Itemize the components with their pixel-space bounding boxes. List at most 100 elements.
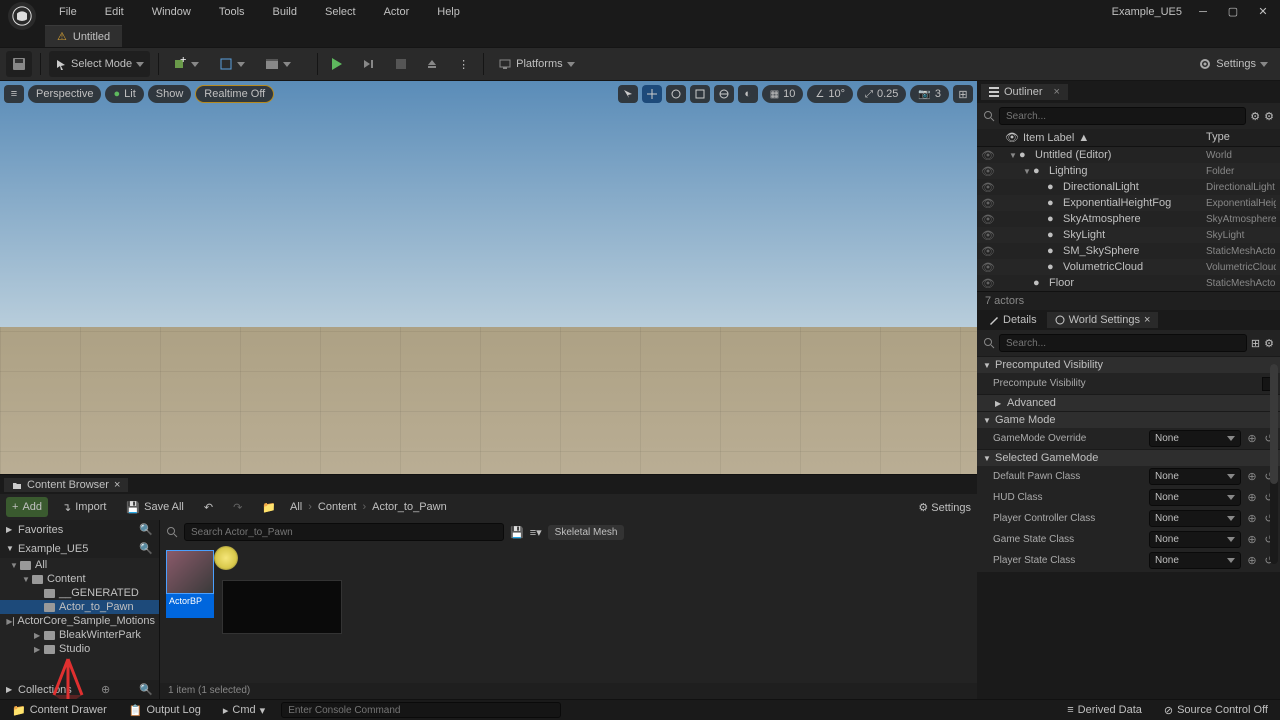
search-icon[interactable]: 🔍 — [139, 523, 153, 536]
visibility-column-icon[interactable]: 👁 — [1005, 131, 1019, 144]
select-transform-button[interactable] — [618, 85, 638, 103]
play-options-dropdown[interactable]: ⋮ — [452, 51, 475, 77]
details-view-button[interactable]: ⊞ — [1251, 337, 1260, 350]
folder-tree-item[interactable]: ▶Studio — [0, 642, 159, 656]
minimize-button[interactable]: ─ — [1194, 5, 1212, 19]
history-back-button[interactable]: ↶ — [198, 497, 219, 517]
details-tab[interactable]: Details — [981, 312, 1045, 328]
outliner-row[interactable]: 👁●DirectionalLightDirectionalLight — [977, 179, 1280, 195]
browse-button[interactable]: ⊕ — [1245, 554, 1259, 568]
blueprint-dropdown[interactable] — [213, 51, 251, 77]
class-dropdown[interactable]: None — [1149, 489, 1241, 506]
menu-file[interactable]: File — [45, 2, 91, 22]
rotation-snap-value[interactable]: ∠ 10° — [807, 85, 853, 103]
close-tab-button[interactable]: × — [1144, 314, 1150, 326]
browse-button[interactable]: ⊕ — [1245, 512, 1259, 526]
outliner-settings-button[interactable]: ⚙ — [1264, 110, 1274, 123]
class-dropdown[interactable]: None — [1149, 531, 1241, 548]
settings-dropdown[interactable]: Settings — [1192, 51, 1274, 77]
folder-tree-item[interactable]: ▼All — [0, 558, 159, 572]
menu-help[interactable]: Help — [423, 2, 474, 22]
lit-dropdown[interactable]: ●Lit — [105, 85, 143, 103]
source-control-button[interactable]: ⊘ Source Control Off — [1158, 702, 1274, 719]
content-drawer-button[interactable]: 📁 Content Drawer — [6, 702, 113, 719]
folder-tree-item[interactable]: ▶ActorCore_Sample_Motions — [0, 614, 159, 628]
eject-button[interactable] — [420, 51, 444, 77]
viewport-maximize-button[interactable]: ⊞ — [953, 85, 973, 103]
outliner-row[interactable]: 👁●ExponentialHeightFogExponentialHeightF… — [977, 195, 1280, 211]
outliner-row[interactable]: 👁●FloorStaticMeshActor — [977, 275, 1280, 291]
browse-button[interactable]: ⊕ — [1245, 533, 1259, 547]
folder-tree-item[interactable]: __GENERATED — [0, 586, 159, 600]
asset-tile[interactable]: ActorBP — [166, 550, 214, 677]
scale-button[interactable] — [690, 85, 710, 103]
play-button[interactable] — [326, 51, 348, 77]
save-all-button[interactable]: 💾Save All — [120, 497, 189, 517]
close-button[interactable]: ✕ — [1254, 5, 1272, 19]
select-mode-dropdown[interactable]: Select Mode — [49, 51, 150, 77]
breadcrumb-item[interactable]: All — [290, 501, 302, 513]
ue-logo-icon[interactable] — [8, 2, 36, 30]
section-header[interactable]: ▶Advanced — [977, 394, 1280, 411]
surface-snap-button[interactable]: ◐ — [738, 85, 758, 103]
outliner-row[interactable]: 👁●SkyLightSkyLight — [977, 227, 1280, 243]
asset-search-input[interactable] — [184, 523, 504, 541]
outliner-row[interactable]: 👁●SM_SkySphereStaticMeshActor — [977, 243, 1280, 259]
add-icon[interactable]: ⊕ — [101, 683, 110, 696]
favorites-section[interactable]: ▶Favorites🔍 — [0, 520, 159, 539]
project-section[interactable]: ▼Example_UE5🔍 — [0, 539, 159, 558]
outliner-search-input[interactable] — [999, 107, 1246, 125]
step-button[interactable] — [356, 51, 382, 77]
perspective-dropdown[interactable]: Perspective — [28, 85, 101, 103]
world-local-toggle[interactable] — [714, 85, 734, 103]
scrollbar[interactable] — [1270, 364, 1278, 564]
search-icon[interactable]: 🔍 — [139, 683, 153, 696]
cb-settings-button[interactable]: ⚙ Settings — [918, 501, 971, 514]
stop-button[interactable] — [390, 51, 412, 77]
outliner-filter-button[interactable]: ⚙ — [1250, 110, 1260, 123]
console-input[interactable] — [281, 702, 561, 718]
breadcrumb-item[interactable]: Content — [318, 501, 357, 513]
folder-tree-item[interactable]: ▼Content — [0, 572, 159, 586]
browse-button[interactable]: ⊕ — [1245, 432, 1259, 446]
outliner-row[interactable]: 👁▼●Untitled (Editor)World — [977, 147, 1280, 163]
derived-data-button[interactable]: ≡ Derived Data — [1061, 702, 1148, 718]
history-forward-button[interactable]: ↷ — [227, 497, 248, 517]
breadcrumb-item[interactable]: Actor_to_Pawn — [372, 501, 447, 513]
class-dropdown[interactable]: None — [1149, 510, 1241, 527]
add-content-dropdown[interactable]: + — [167, 51, 205, 77]
cinematics-dropdown[interactable] — [259, 51, 297, 77]
asset-grid[interactable]: ActorBP — [160, 544, 977, 683]
menu-build[interactable]: Build — [259, 2, 311, 22]
filter-dropdown[interactable]: ≡▾ — [530, 526, 542, 539]
details-search-input[interactable] — [999, 334, 1247, 352]
class-dropdown[interactable]: None — [1149, 552, 1241, 569]
outliner-row[interactable]: 👁●SkyAtmosphereSkyAtmosphere — [977, 211, 1280, 227]
section-header[interactable]: ▼Game Mode — [977, 411, 1280, 428]
class-dropdown[interactable]: None — [1149, 468, 1241, 485]
realtime-toggle[interactable]: Realtime Off — [195, 85, 274, 103]
translate-button[interactable] — [642, 85, 662, 103]
folder-up-button[interactable]: 📁 — [256, 497, 282, 517]
browse-button[interactable]: ⊕ — [1245, 470, 1259, 484]
save-search-button[interactable]: 💾 — [510, 526, 524, 539]
camera-speed-value[interactable]: 📷 3 — [910, 85, 949, 103]
import-button[interactable]: ↴Import — [56, 497, 112, 517]
close-tab-button[interactable]: × — [1054, 86, 1060, 98]
section-header[interactable]: ▼Selected GameMode — [977, 449, 1280, 466]
menu-window[interactable]: Window — [138, 2, 205, 22]
show-dropdown[interactable]: Show — [148, 85, 192, 103]
platforms-dropdown[interactable]: Platforms — [492, 51, 580, 77]
level-tab[interactable]: ⚠ Untitled — [45, 25, 122, 47]
outliner-row[interactable]: 👁●VolumetricCloudVolumetricCloud — [977, 259, 1280, 275]
details-settings-button[interactable]: ⚙ — [1264, 337, 1274, 350]
menu-actor[interactable]: Actor — [370, 2, 424, 22]
cmd-dropdown[interactable]: ▸ Cmd ▾ — [217, 702, 271, 719]
outliner-tree[interactable]: 👁▼●Untitled (Editor)World👁▼●LightingFold… — [977, 147, 1280, 291]
add-button[interactable]: +Add — [6, 497, 48, 517]
class-dropdown[interactable]: None — [1149, 430, 1241, 447]
outliner-tab[interactable]: Outliner × — [981, 84, 1068, 100]
scale-snap-value[interactable]: ⤢ 0.25 — [857, 85, 906, 103]
menu-edit[interactable]: Edit — [91, 2, 138, 22]
rotate-button[interactable] — [666, 85, 686, 103]
